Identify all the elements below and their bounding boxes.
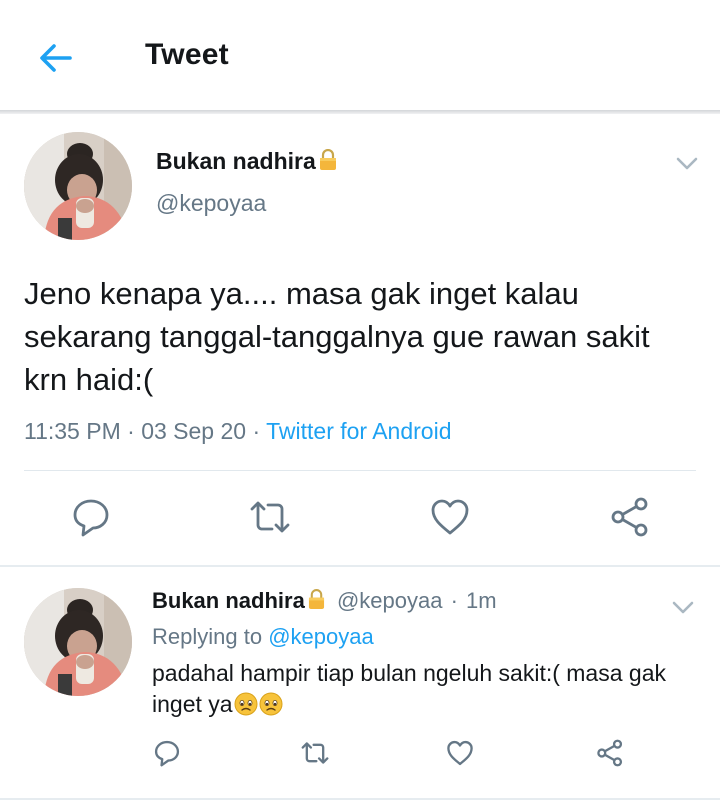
handle[interactable]: @kepoyaa	[337, 588, 443, 613]
divider	[24, 470, 696, 471]
meta-dot: ·	[127, 418, 135, 444]
retweet-icon[interactable]	[300, 738, 330, 768]
top-app-bar: Tweet	[0, 0, 720, 112]
share-icon[interactable]	[595, 738, 625, 768]
chevron-down-icon[interactable]	[670, 594, 696, 625]
worried-face-emoji	[259, 692, 283, 716]
replying-to-link[interactable]: @kepoyaa	[268, 624, 374, 649]
reply-text-block: padahal hampir tiap bulan ngeluh sakit:(…	[152, 658, 697, 720]
back-arrow-icon[interactable]	[34, 36, 78, 80]
worried-face-emoji	[234, 692, 258, 716]
tweet-date: 03 Sep 20	[141, 418, 247, 444]
retweet-icon[interactable]	[248, 495, 292, 539]
lock-icon	[308, 589, 325, 616]
avatar[interactable]	[24, 588, 132, 696]
share-icon[interactable]	[608, 495, 652, 539]
chevron-down-icon[interactable]	[674, 150, 700, 181]
tweet-time: 11:35 PM	[24, 418, 121, 444]
section-divider	[0, 565, 720, 567]
section-divider	[0, 798, 720, 800]
header-divider	[0, 110, 720, 114]
avatar[interactable]	[24, 132, 132, 240]
tweet-source-link[interactable]: Twitter for Android	[266, 418, 451, 444]
reply-icon[interactable]	[69, 495, 113, 539]
display-name-text[interactable]: Bukan nadhira	[156, 148, 316, 174]
lock-icon	[319, 148, 337, 177]
tweet-meta: 11:35 PM · 03 Sep 20 · Twitter for Andro…	[24, 418, 451, 445]
reply-age: 1m	[466, 588, 497, 613]
like-icon[interactable]	[428, 495, 472, 539]
reply-icon[interactable]	[152, 738, 182, 768]
meta-dot: ·	[252, 418, 261, 444]
display-name[interactable]: Bukan nadhira	[156, 148, 337, 177]
replying-to-label: Replying to	[152, 624, 263, 649]
tweet-text: Jeno kenapa ya.... masa gak inget kalau …	[24, 276, 650, 397]
reply-text: padahal hampir tiap bulan ngeluh sakit:(…	[152, 660, 666, 717]
like-icon[interactable]	[445, 738, 475, 768]
meta-dot: ·	[450, 588, 458, 613]
replying-to: Replying to @kepoyaa	[152, 624, 374, 650]
page-title: Tweet	[145, 38, 229, 71]
display-name[interactable]: Bukan nadhira	[152, 588, 305, 613]
handle[interactable]: @kepoyaa	[156, 190, 266, 217]
reply-header: Bukan nadhira @kepoyaa · 1m	[152, 588, 497, 616]
